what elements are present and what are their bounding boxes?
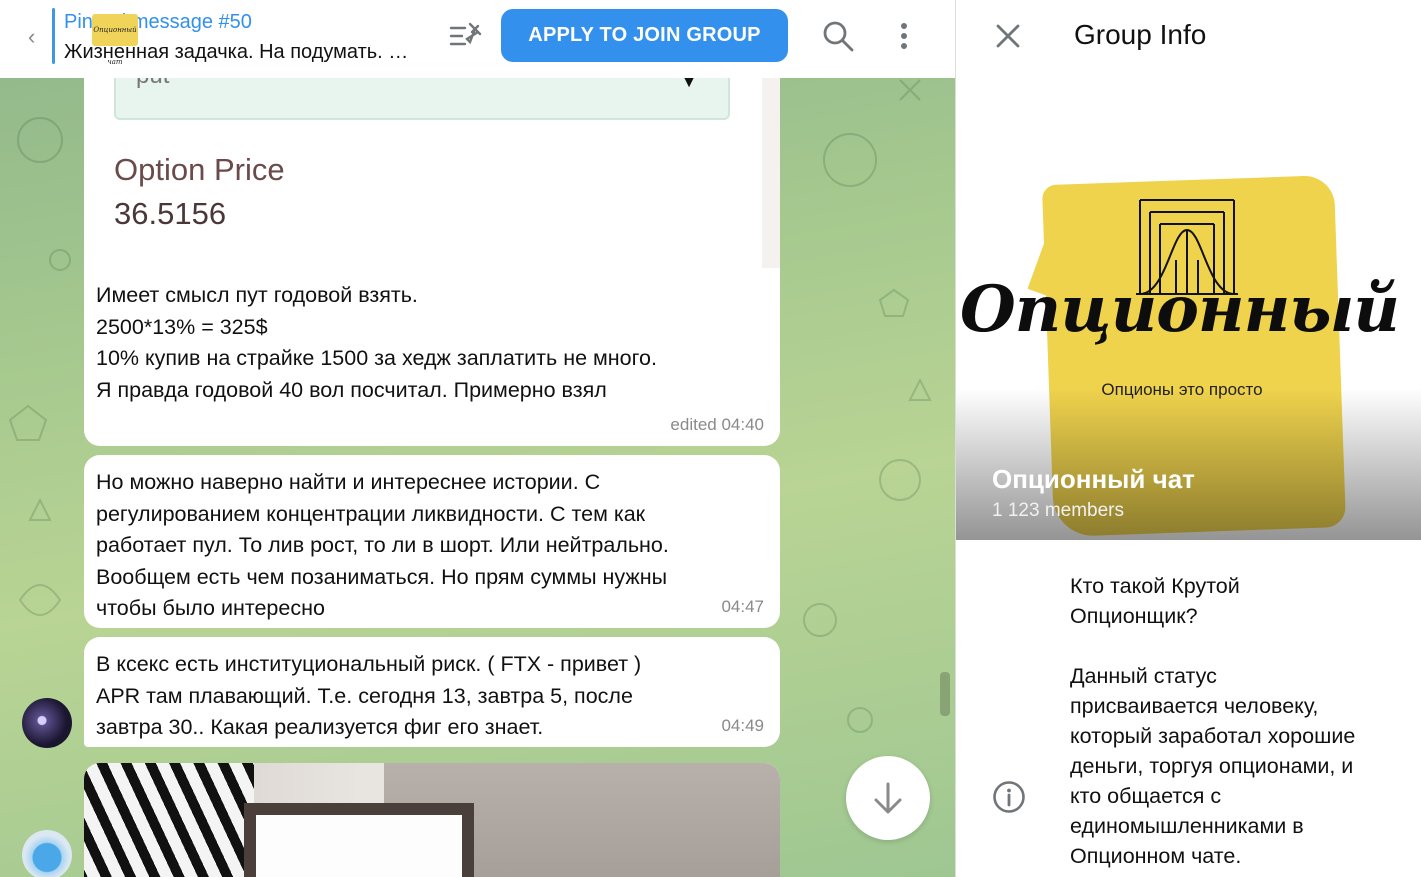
option-price-value: 36.5156 — [114, 196, 227, 231]
message-line: Имеет смысл пут годовой взять. — [96, 283, 418, 307]
logo-wordmark: Опционный чат — [960, 272, 1421, 347]
group-cover-image[interactable]: Опционный чат Опционы это просто Опционн… — [956, 78, 1421, 540]
message-line: Но можно наверно найти и интереснее исто… — [96, 470, 601, 494]
group-description: Кто такой Крутой Опционщик? Данный стату… — [1070, 574, 1356, 868]
chat-header: ‹ Pinned message #50 Жизненная задачка. … — [0, 0, 955, 78]
panel-title: Group Info — [1074, 19, 1207, 50]
photo-message[interactable] — [84, 763, 780, 877]
message-line: 2500*13% = 325$ — [96, 314, 268, 339]
message-line: В ксекс есть институциональный риск. ( F… — [96, 652, 642, 676]
image-scroll-strip — [762, 78, 780, 268]
message-line: завтра 30.. Какая реализуется фиг его зн… — [96, 715, 544, 739]
message-text: Имеет смысл пут годовой взять. 2500*13% … — [96, 280, 657, 406]
scroll-down-button[interactable] — [846, 756, 930, 840]
pinned-thumbnail: Опционный чат — [92, 14, 138, 66]
member-count: 1 123 members — [992, 500, 1125, 521]
chat-scrollbar[interactable] — [940, 672, 950, 716]
pinned-accent-bar — [52, 8, 55, 64]
sender-avatar[interactable] — [22, 698, 72, 748]
back-icon[interactable]: ‹ — [28, 22, 50, 52]
search-icon[interactable] — [822, 20, 854, 52]
photo-frame — [244, 803, 474, 877]
close-icon[interactable] — [992, 20, 1024, 52]
message-time: edited 04:40 — [670, 414, 764, 434]
message-time: 04:49 — [721, 715, 764, 735]
more-vertical-icon[interactable] — [894, 20, 914, 52]
message-line: регулированием концентрации ликвидности.… — [96, 501, 646, 526]
message-line: чтобы было интересно — [96, 596, 325, 620]
sender-avatar[interactable] — [22, 830, 72, 877]
chat-panel: put ▼ Option Price 36.5156 Имеет смысл п… — [0, 0, 955, 877]
option-price-label: Option Price — [114, 152, 285, 187]
message-line: 10% купив на страйке 1500 за хедж заплат… — [96, 346, 657, 370]
pinned-list-icon[interactable] — [448, 20, 484, 52]
message-line: Вообщем есть чем позаниматься. Но прям с… — [96, 564, 668, 589]
message-bubble[interactable]: В ксекс есть институциональный риск. ( F… — [84, 637, 780, 747]
message-line: Я правда годовой 40 вол посчитал. Пример… — [96, 377, 607, 402]
message-time: 04:47 — [721, 596, 764, 616]
photo-blinds — [84, 763, 254, 877]
group-name: Опционный чат — [992, 464, 1195, 494]
group-info-panel: Group Info Опционный чат Опционы это про… — [955, 0, 1421, 877]
arrow-down-icon — [874, 782, 902, 814]
message-bubble[interactable]: Но можно наверно найти и интереснее исто… — [84, 455, 780, 628]
message-line: APR там плавающий. Т.е. сегодня 13, завт… — [96, 683, 633, 708]
message-line: работает пул. То лив рост, то ли в шорт.… — [96, 533, 669, 557]
info-icon — [993, 781, 1025, 813]
apply-to-join-button[interactable]: APPLY TO JOIN GROUP — [501, 9, 788, 62]
